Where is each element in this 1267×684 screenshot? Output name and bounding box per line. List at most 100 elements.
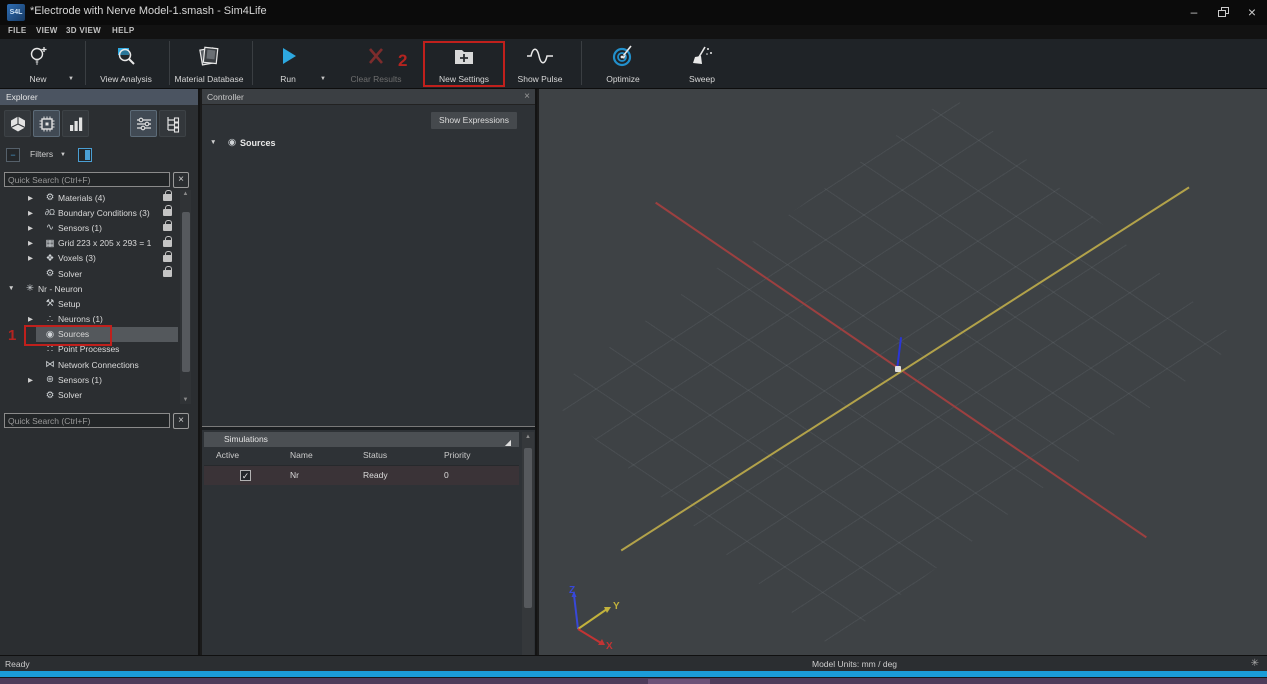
collapse-all-button[interactable]: − <box>6 148 20 162</box>
scroll-up-icon[interactable]: ▲ <box>522 434 534 440</box>
tree-item-solver[interactable]: ⚙ Solver <box>0 266 178 281</box>
split-view-button[interactable] <box>78 148 92 162</box>
tree-item-label: Voxels (3) <box>58 253 96 263</box>
tree-item-sensors[interactable]: ∿ Sensors (1) <box>0 220 178 235</box>
quick-search-input-2[interactable] <box>4 413 170 428</box>
quick-search-input[interactable] <box>4 172 170 187</box>
expand-arrow-icon[interactable] <box>28 254 42 262</box>
tree-item-materials[interactable]: ⚙ Materials (4) <box>0 190 178 205</box>
column-name[interactable]: Name <box>290 450 313 460</box>
expand-arrow-icon[interactable] <box>210 139 224 146</box>
solver-icon: ⚙ <box>42 390 58 401</box>
clear-search-icon[interactable]: × <box>173 413 189 429</box>
tree-item-label: Boundary Conditions (3) <box>58 208 150 218</box>
menu-3d-view[interactable]: 3D VIEW <box>66 26 101 35</box>
simulation-view-button[interactable] <box>33 110 60 137</box>
view-analysis-icon <box>114 43 138 69</box>
scroll-down-icon[interactable]: ▼ <box>180 397 191 403</box>
tree-item-setup[interactable]: ⚒ Setup <box>0 296 178 311</box>
restore-button[interactable] <box>1213 3 1235 21</box>
sim4life-window: S4L *Electrode with Nerve Model-1.smash … <box>0 0 1267 684</box>
column-active[interactable]: Active <box>216 450 239 460</box>
collapse-triangle-icon[interactable]: ◢ <box>505 435 511 450</box>
tree-scrollbar[interactable]: ▲ ▼ <box>180 190 191 404</box>
optimize-button[interactable]: Optimize <box>583 41 663 87</box>
tree-item-nr-neuron[interactable]: ✳ Nr - Neuron <box>0 281 178 296</box>
controller-close-icon[interactable]: × <box>524 89 530 105</box>
tree-item-network-connections[interactable]: ⋈ Network Connections <box>0 357 178 372</box>
expand-arrow-icon[interactable] <box>28 239 42 247</box>
expand-arrow-icon[interactable] <box>28 209 42 217</box>
show-pulse-button[interactable]: Show Pulse <box>501 41 579 87</box>
expand-arrow-icon[interactable] <box>28 376 42 384</box>
neuron-icon: ✳ <box>22 283 38 294</box>
menu-file[interactable]: FILE <box>8 26 27 35</box>
simulation-priority: 0 <box>444 470 449 480</box>
tree-item-grid[interactable]: ▦ Grid 223 x 205 x 293 = 1 <box>0 236 178 251</box>
minimize-button[interactable]: – <box>1183 3 1205 21</box>
tree-item-sensors-neuron[interactable]: ⊛ Sensors (1) <box>0 372 178 387</box>
expand-arrow-icon[interactable] <box>8 285 22 292</box>
view-analysis-label: View Analysis <box>100 74 152 84</box>
simulation-name: Nr <box>290 470 299 480</box>
tree-item-sources[interactable]: ◉ Sources <box>0 327 178 342</box>
lock-icon <box>163 270 172 277</box>
expand-arrow-icon[interactable] <box>28 194 42 202</box>
lock-icon <box>163 224 172 231</box>
material-database-button[interactable]: Material Database <box>165 41 253 87</box>
settings-sliders-button[interactable] <box>130 110 157 137</box>
optimize-label: Optimize <box>606 74 640 84</box>
close-button[interactable]: × <box>1241 3 1263 21</box>
tree-item-label: Point Processes <box>58 344 119 354</box>
active-checkbox[interactable]: ✓ <box>240 470 251 481</box>
tree-item-label: Solver <box>58 269 82 279</box>
lock-icon <box>163 209 172 216</box>
scroll-up-icon[interactable]: ▲ <box>180 191 191 197</box>
tree-item-neurons[interactable]: ∴ Neurons (1) <box>0 312 178 327</box>
tree-item-solver-neuron[interactable]: ⚙ Solver <box>0 387 178 402</box>
simulation-row[interactable]: ✓ Nr Ready 0 <box>204 466 519 485</box>
y-axis-label: Y <box>613 601 620 612</box>
analysis-view-button[interactable] <box>62 110 89 137</box>
quick-search-row: × <box>0 172 200 189</box>
tree-item-voxels[interactable]: ❖ Voxels (3) <box>0 251 178 266</box>
filters-label[interactable]: Filters <box>30 149 53 159</box>
filters-dropdown-arrow[interactable]: ▼ <box>60 152 66 158</box>
new-dropdown-arrow[interactable]: ▼ <box>68 76 74 82</box>
new-settings-button[interactable]: New Settings <box>423 41 505 87</box>
model-view-button[interactable] <box>4 110 31 137</box>
simulations-header[interactable]: Simulations ◢ <box>204 432 519 447</box>
menu-view[interactable]: VIEW <box>36 26 58 35</box>
tree-item-label: Setup <box>58 299 80 309</box>
annotation-step-1: 1 <box>8 327 16 344</box>
3d-viewport[interactable]: Z Y X <box>539 89 1267 655</box>
scrollbar-thumb[interactable] <box>524 448 532 608</box>
run-play-icon <box>277 43 299 69</box>
simulations-scrollbar[interactable]: ▲ ▼ <box>522 432 534 684</box>
tree-item-boundary-conditions[interactable]: ∂Ω Boundary Conditions (3) <box>0 205 178 220</box>
expand-arrow-icon[interactable] <box>28 315 42 323</box>
new-bulb-icon <box>26 43 50 69</box>
column-status[interactable]: Status <box>363 450 387 460</box>
scrollbar-thumb[interactable] <box>182 212 190 372</box>
setup-icon: ⚒ <box>42 298 58 309</box>
tree-item-point-processes[interactable]: ∷ Point Processes <box>0 342 178 357</box>
sweep-button[interactable]: Sweep <box>664 41 740 87</box>
new-button[interactable]: New <box>14 41 62 87</box>
column-priority[interactable]: Priority <box>444 450 470 460</box>
material-database-icon <box>196 43 222 69</box>
expand-arrow-icon[interactable] <box>28 224 42 232</box>
show-pulse-wave-icon <box>525 43 555 69</box>
view-analysis-button[interactable]: View Analysis <box>84 41 168 87</box>
panel-splitter[interactable] <box>202 426 535 430</box>
clear-search-icon[interactable]: × <box>173 172 189 188</box>
run-button[interactable]: Run <box>262 41 314 87</box>
point-processes-icon: ∷ <box>42 344 58 355</box>
run-dropdown-arrow[interactable]: ▼ <box>320 76 326 82</box>
sensors-icon: ⊛ <box>42 374 58 385</box>
controller-sources-node[interactable]: ◉ Sources <box>210 137 276 148</box>
explorer-panel-title: Explorer <box>0 89 198 105</box>
show-expressions-button[interactable]: Show Expressions <box>431 112 517 129</box>
tree-view-button[interactable] <box>159 110 186 137</box>
menu-help[interactable]: HELP <box>112 26 135 35</box>
